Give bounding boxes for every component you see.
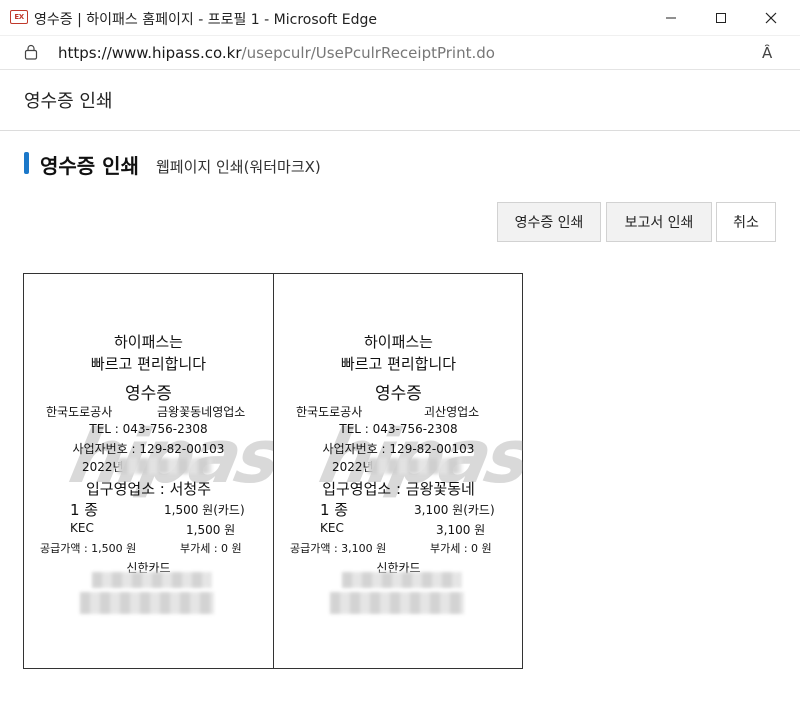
receipt-kec-label: KEC (70, 521, 94, 535)
page-title: 영수증 인쇄 (24, 91, 113, 112)
receipt-class: 1 종 (70, 501, 99, 519)
cancel-button[interactable]: 취소 (716, 202, 776, 242)
receipt-preview: hipass 하이패스는 빠르고 편리합니다 영수증 한국도로공사 금왕꽃동네영… (23, 273, 523, 669)
maximize-button[interactable] (696, 0, 746, 36)
receipt-2: hipass 하이패스는 빠르고 편리합니다 영수증 한국도로공사 괴산영업소 … (274, 274, 523, 668)
window-title: 영수증 | 하이패스 홈페이지 - 프로필 1 - Microsoft Edge (34, 12, 378, 28)
receipt-heading: 영수증 (375, 384, 422, 404)
receipt-supply: 공급가액 : 3,100 원 (290, 542, 387, 555)
receipt-kec-amount: 3,100 원 (436, 523, 486, 537)
section-subtitle: 웹페이지 인쇄(워터마크X) (156, 158, 321, 176)
receipt-slogan-1: 하이패스는 (113, 333, 183, 351)
receipt-entry: 입구영업소 : 금왕꽃동네 (322, 480, 475, 498)
redacted-card-info-1 (342, 572, 462, 588)
read-aloud-icon[interactable]: Ȃ (762, 44, 772, 62)
receipt-biz-no: 사업자번호 : 129-82-00103 (322, 442, 475, 456)
receipt-tel: TEL : 043-756-2308 (339, 422, 458, 436)
redacted-card-info-1 (92, 572, 212, 588)
lock-icon[interactable] (24, 44, 38, 60)
print-report-button[interactable]: 보고서 인쇄 (606, 202, 712, 242)
receipt-tel: TEL : 043-756-2308 (89, 422, 208, 436)
redacted-datetime (118, 458, 212, 474)
edge-site-icon: EX (10, 10, 28, 24)
url-host: https://www.hipass.co.kr (58, 44, 242, 62)
receipt-office: 금왕꽃동네영업소 (157, 405, 246, 419)
receipt-amount: 3,100 원(카드) (414, 503, 495, 517)
redacted-card-info-2 (330, 592, 464, 614)
section-accent-bar (24, 152, 29, 174)
receipt-vat: 부가세 : 0 원 (180, 542, 242, 555)
site-icon-text: EX (14, 13, 24, 21)
receipt-slogan-2: 빠르고 편리합니다 (90, 355, 207, 373)
url-text[interactable]: https://www.hipass.co.kr/usepculr/UsePcu… (58, 44, 495, 62)
close-window-button[interactable] (746, 0, 796, 36)
receipt-supply: 공급가액 : 1,500 원 (40, 542, 137, 555)
window-title-bar: EX 영수증 | 하이패스 홈페이지 - 프로필 1 - Microsoft E… (0, 0, 800, 36)
address-bar[interactable]: https://www.hipass.co.kr/usepculr/UsePcu… (0, 36, 800, 70)
receipt-biz-no: 사업자번호 : 129-82-00103 (72, 442, 225, 456)
receipt-amount: 1,500 원(카드) (164, 503, 245, 517)
page-header: 영수증 인쇄 (0, 71, 800, 131)
url-path: /usepculr/UsePculrReceiptPrint.do (241, 44, 495, 62)
receipt-vat: 부가세 : 0 원 (430, 542, 492, 555)
receipt-heading: 영수증 (125, 384, 172, 404)
minimize-button[interactable] (646, 0, 696, 36)
close-icon (765, 12, 777, 24)
section-title: 영수증 인쇄 (40, 154, 139, 178)
redacted-datetime (368, 458, 462, 474)
minimize-icon (666, 17, 676, 19)
receipt-1: hipass 하이패스는 빠르고 편리합니다 영수증 한국도로공사 금왕꽃동네영… (24, 274, 273, 668)
receipt-company: 한국도로공사 (296, 405, 363, 419)
redacted-card-info-2 (80, 592, 214, 614)
receipt-slogan-2: 빠르고 편리합니다 (340, 355, 457, 373)
receipt-class: 1 종 (320, 501, 349, 519)
receipt-slogan-1: 하이패스는 (363, 333, 433, 351)
receipt-entry: 입구영업소 : 서청주 (86, 480, 211, 498)
print-receipt-button[interactable]: 영수증 인쇄 (497, 202, 601, 242)
receipt-office: 괴산영업소 (424, 405, 480, 419)
receipt-kec-amount: 1,500 원 (186, 523, 236, 537)
receipt-company: 한국도로공사 (46, 405, 113, 419)
maximize-icon (716, 13, 726, 23)
receipt-kec-label: KEC (320, 521, 344, 535)
